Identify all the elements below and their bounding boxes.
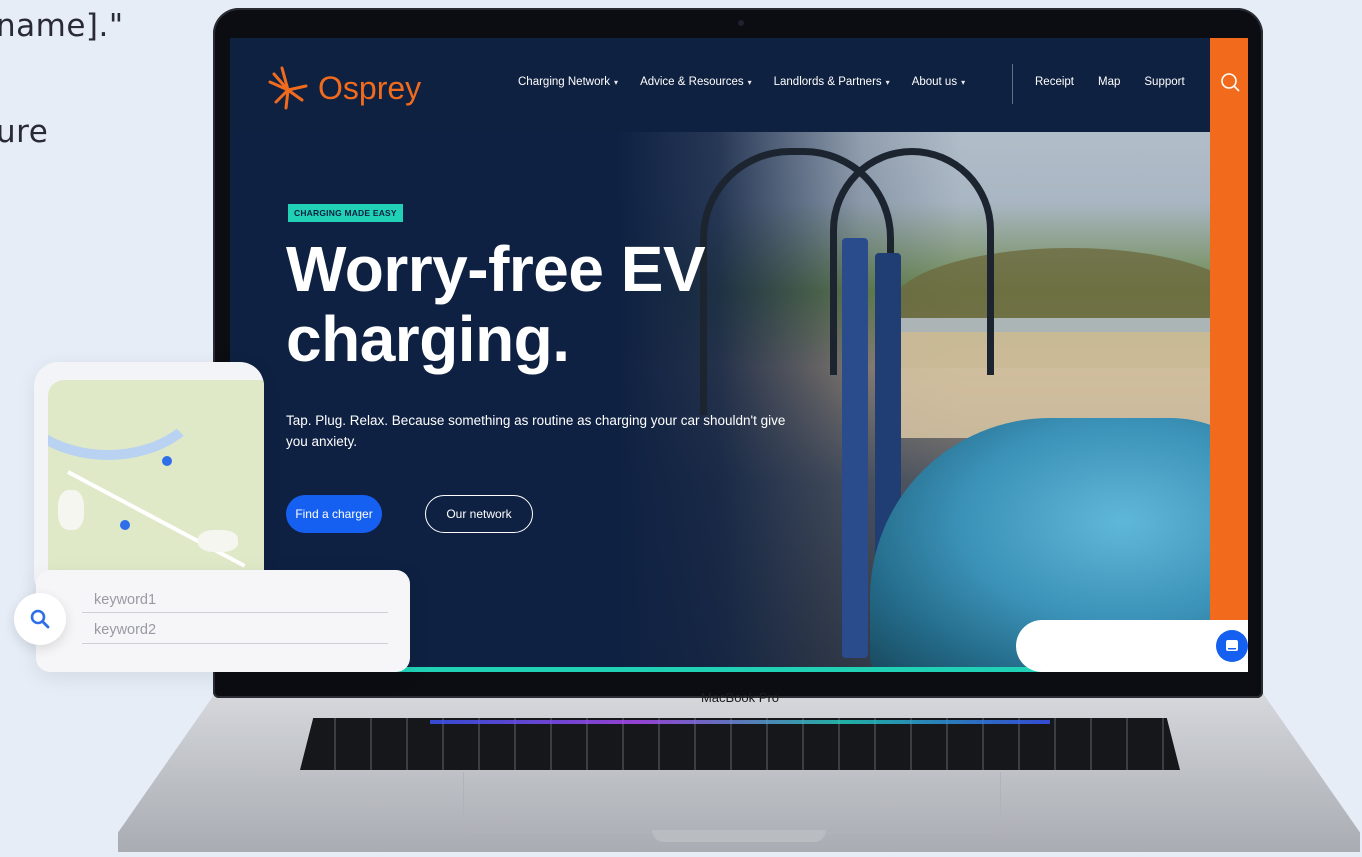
- headline-line2: charging.: [286, 303, 570, 375]
- headline-line1: Worry-free EV: [286, 233, 706, 305]
- background-text-line2: ure: [0, 114, 49, 150]
- chevron-down-icon: ▾: [747, 78, 752, 87]
- nav-landlords-partners[interactable]: Landlords & Partners ▾: [774, 76, 890, 88]
- site-nav: Osprey Charging Network ▾ Advice & Resour…: [230, 38, 1210, 132]
- hero-badge: CHARGING MADE EASY: [288, 204, 403, 222]
- keyword-item-1[interactable]: keyword1: [94, 592, 156, 608]
- chat-button[interactable]: [1216, 630, 1248, 662]
- chevron-down-icon: ▾: [614, 78, 619, 87]
- nav-advice-resources[interactable]: Advice & Resources ▾: [640, 76, 752, 88]
- chat-widget[interactable]: [1016, 620, 1248, 672]
- chevron-down-icon: ▾: [885, 78, 890, 87]
- background-text-line1: name].": [0, 8, 124, 44]
- logo-text: Osprey: [318, 69, 422, 106]
- keyword-item-2[interactable]: keyword2: [94, 622, 156, 638]
- map-card: [34, 362, 264, 600]
- laptop-notch: [652, 830, 826, 842]
- keyword-search-card: keyword1 keyword2: [36, 570, 410, 672]
- nav-map[interactable]: Map: [1098, 76, 1120, 88]
- map-preview[interactable]: [48, 380, 264, 580]
- osprey-bird-icon: [268, 66, 308, 110]
- hero-headline: Worry-free EV charging.: [286, 233, 706, 375]
- map-road: [67, 470, 246, 568]
- laptop-touchbar: [430, 720, 1050, 724]
- laptop-camera: [738, 20, 744, 26]
- osprey-logo[interactable]: Osprey: [264, 64, 421, 112]
- keyword-divider: [82, 643, 388, 644]
- keyword-divider: [82, 612, 388, 613]
- nav-support[interactable]: Support: [1144, 76, 1184, 88]
- nav-divider: [1012, 64, 1013, 104]
- hero-subtext: Tap. Plug. Relax. Because something as r…: [286, 413, 786, 449]
- charger-post: [842, 238, 868, 658]
- map-area: [58, 490, 84, 530]
- map-pin-icon[interactable]: [162, 456, 172, 466]
- keyword-search-button[interactable]: [14, 593, 66, 645]
- nav-charging-network[interactable]: Charging Network ▾: [518, 76, 618, 88]
- chevron-down-icon: ▾: [961, 78, 966, 87]
- nav-receipt[interactable]: Receipt: [1035, 76, 1074, 88]
- search-icon: [30, 609, 50, 629]
- map-river: [48, 380, 208, 460]
- map-pin-icon[interactable]: [120, 520, 130, 530]
- orange-side-bar: [1210, 38, 1248, 672]
- laptop-model-label: MacBook Pro: [700, 690, 780, 705]
- search-icon[interactable]: [1220, 72, 1240, 92]
- nav-links: Charging Network ▾ Advice & Resources ▾ La…: [518, 76, 965, 88]
- laptop-trackpad: [463, 772, 1001, 833]
- nav-about-us[interactable]: About us ▾: [912, 76, 965, 88]
- map-area: [198, 530, 238, 552]
- our-network-button[interactable]: Our network: [425, 495, 533, 533]
- nav-utility-links: Receipt Map Support: [1035, 76, 1185, 88]
- chat-icon: [1226, 640, 1238, 651]
- find-charger-button[interactable]: Find a charger: [286, 495, 382, 533]
- laptop-keyboard: [300, 718, 1180, 770]
